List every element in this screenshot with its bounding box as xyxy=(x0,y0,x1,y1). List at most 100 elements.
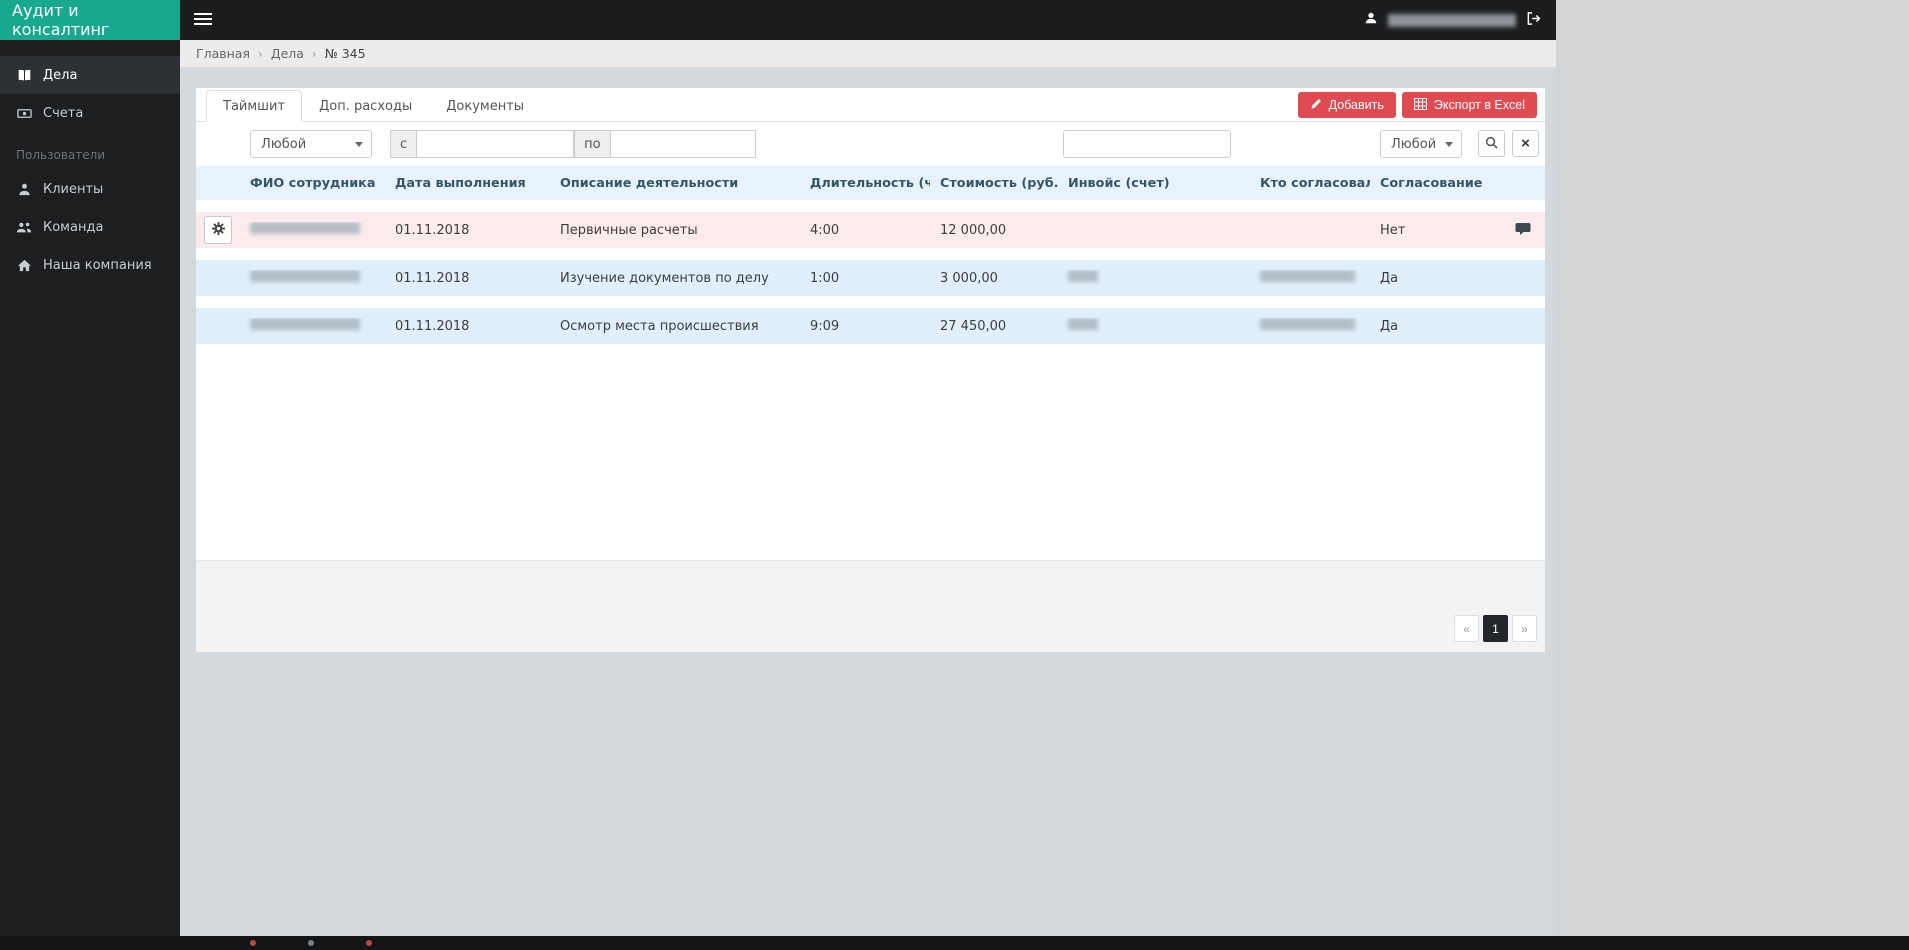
comment-button[interactable] xyxy=(1515,222,1531,239)
app-window: Аудит и консалтинг Дела Счета Пользовате… xyxy=(0,0,1556,936)
column-header-duration: Длительность (час) xyxy=(810,175,930,191)
cell-approval: Да xyxy=(1380,270,1399,286)
date-to-input[interactable] xyxy=(609,130,756,158)
invoice-redacted xyxy=(1068,318,1098,330)
toolbar-actions: Добавить Экспорт в Excel xyxy=(1297,92,1537,118)
breadcrumb-separator: › xyxy=(258,46,263,61)
tabs-bar: Таймшит Доп. расходы Документы Добавить xyxy=(196,88,1545,122)
employee-name-redacted xyxy=(250,222,360,234)
column-header-cost: Стоимость (руб.) xyxy=(940,175,1058,191)
cell-description: Первичные расчеты xyxy=(560,222,698,238)
cell-date: 01.11.2018 xyxy=(395,270,470,286)
column-header-employee: ФИО сотрудника xyxy=(250,175,376,191)
table-header-row: ФИО сотрудника Дата выполнения Описание … xyxy=(196,166,1545,200)
export-excel-button[interactable]: Экспорт в Excel xyxy=(1401,92,1537,118)
employee-name-redacted xyxy=(250,270,360,282)
sidebar-toggle-button[interactable] xyxy=(180,0,226,40)
team-icon xyxy=(16,220,32,235)
cell-description: Изучение документов по делу xyxy=(560,270,769,286)
main-content: Главная › Дела › № 345 Таймшит Доп. расх… xyxy=(180,40,1556,936)
money-icon xyxy=(16,106,32,121)
brand-logo[interactable]: Аудит и консалтинг xyxy=(0,0,180,40)
column-header-approval: Согласование xyxy=(1380,175,1483,191)
tab-extra-expenses[interactable]: Доп. расходы xyxy=(302,90,429,122)
navbar-right xyxy=(1364,0,1556,40)
sidebar-item-label: Наша компания xyxy=(43,257,152,273)
taskbar-icon[interactable] xyxy=(308,940,314,946)
employee-filter-select[interactable]: Любой xyxy=(250,130,372,158)
cell-date: 01.11.2018 xyxy=(395,318,470,334)
sidebar-item-team[interactable]: Команда xyxy=(0,208,180,246)
sidebar-item-invoices[interactable]: Счета xyxy=(0,94,180,132)
cell-duration: 9:09 xyxy=(810,318,840,334)
cell-cost: 27 450,00 xyxy=(940,318,1007,334)
user-name-redacted[interactable] xyxy=(1388,13,1516,27)
employee-filter-value: Любой xyxy=(261,136,307,152)
tab-documents[interactable]: Документы xyxy=(429,90,541,122)
column-header-date: Дата выполнения xyxy=(395,175,526,191)
tab-timesheet[interactable]: Таймшит xyxy=(206,90,303,122)
table-grid-icon xyxy=(1413,97,1427,113)
taskbar-icon[interactable] xyxy=(250,940,256,946)
table-row[interactable]: 01.11.2018 Осмотр места происшествия 9:0… xyxy=(196,308,1545,344)
cell-approval: Да xyxy=(1380,318,1399,334)
pagination: « 1 » xyxy=(1454,615,1537,642)
pagination-prev-button[interactable]: « xyxy=(1454,615,1479,642)
case-card: Таймшит Доп. расходы Документы Добавить xyxy=(196,88,1545,652)
cell-description: Осмотр места происшествия xyxy=(560,318,759,334)
gear-icon xyxy=(211,221,226,239)
column-header-description: Описание деятельности xyxy=(560,175,739,191)
breadcrumb-separator: › xyxy=(311,46,317,61)
sidebar-item-our-company[interactable]: Наша компания xyxy=(0,246,180,284)
cell-duration: 4:00 xyxy=(810,222,840,238)
sidebar-item-label: Команда xyxy=(43,219,104,235)
hamburger-icon xyxy=(194,12,212,29)
breadcrumb-home[interactable]: Главная xyxy=(196,46,250,61)
cell-cost: 12 000,00 xyxy=(940,222,1007,238)
clear-filters-button[interactable]: × xyxy=(1512,130,1539,157)
date-from-input[interactable] xyxy=(416,130,575,158)
book-icon xyxy=(16,68,32,83)
approval-filter-select[interactable]: Любой xyxy=(1380,130,1462,158)
search-icon xyxy=(1485,136,1498,152)
approver-redacted xyxy=(1260,270,1355,282)
approver-redacted xyxy=(1260,318,1355,330)
employee-name-redacted xyxy=(250,318,360,330)
column-header-invoice: Инвойс (счет) xyxy=(1068,175,1170,191)
sidebar-item-label: Дела xyxy=(43,67,78,83)
cell-approval: Нет xyxy=(1380,222,1406,238)
user-icon xyxy=(1364,11,1378,29)
filter-row: Любой с по Любой × xyxy=(196,122,1545,166)
sidebar-item-clients[interactable]: Клиенты xyxy=(0,170,180,208)
logout-button[interactable] xyxy=(1526,11,1542,29)
cell-cost: 3 000,00 xyxy=(940,270,998,286)
chat-bubble-icon xyxy=(1515,222,1531,239)
chevron-down-icon xyxy=(1445,142,1453,147)
home-icon xyxy=(16,258,32,273)
table-row[interactable]: 01.11.2018 Первичные расчеты 4:00 12 000… xyxy=(196,212,1545,248)
search-button[interactable] xyxy=(1478,130,1505,157)
chevron-down-icon xyxy=(355,142,363,147)
breadcrumb-current: № 345 xyxy=(324,46,366,61)
pagination-page-1[interactable]: 1 xyxy=(1483,615,1508,642)
pagination-next-button[interactable]: » xyxy=(1512,615,1537,642)
client-icon xyxy=(16,182,32,197)
table-row[interactable]: 01.11.2018 Изучение документов по делу 1… xyxy=(196,260,1545,296)
breadcrumb-cases[interactable]: Дела xyxy=(271,46,304,61)
column-header-approver: Кто согласовал xyxy=(1260,175,1370,191)
cell-date: 01.11.2018 xyxy=(395,222,470,238)
approval-filter-value: Любой xyxy=(1391,136,1437,152)
taskbar-icon[interactable] xyxy=(366,940,372,946)
add-button[interactable]: Добавить xyxy=(1297,92,1396,118)
invoice-filter-input[interactable] xyxy=(1063,130,1231,158)
row-settings-button[interactable] xyxy=(204,216,232,244)
sidebar-item-cases[interactable]: Дела xyxy=(0,56,180,94)
cell-duration: 1:00 xyxy=(810,270,840,286)
invoice-redacted xyxy=(1068,270,1098,282)
date-range-filter: с по xyxy=(390,130,756,158)
add-button-label: Добавить xyxy=(1328,98,1384,112)
sidebar: Дела Счета Пользователи Клиенты Команда xyxy=(0,40,180,936)
pencil-icon xyxy=(1310,98,1322,113)
logout-icon xyxy=(1526,11,1542,29)
breadcrumb: Главная › Дела › № 345 xyxy=(180,40,1556,68)
